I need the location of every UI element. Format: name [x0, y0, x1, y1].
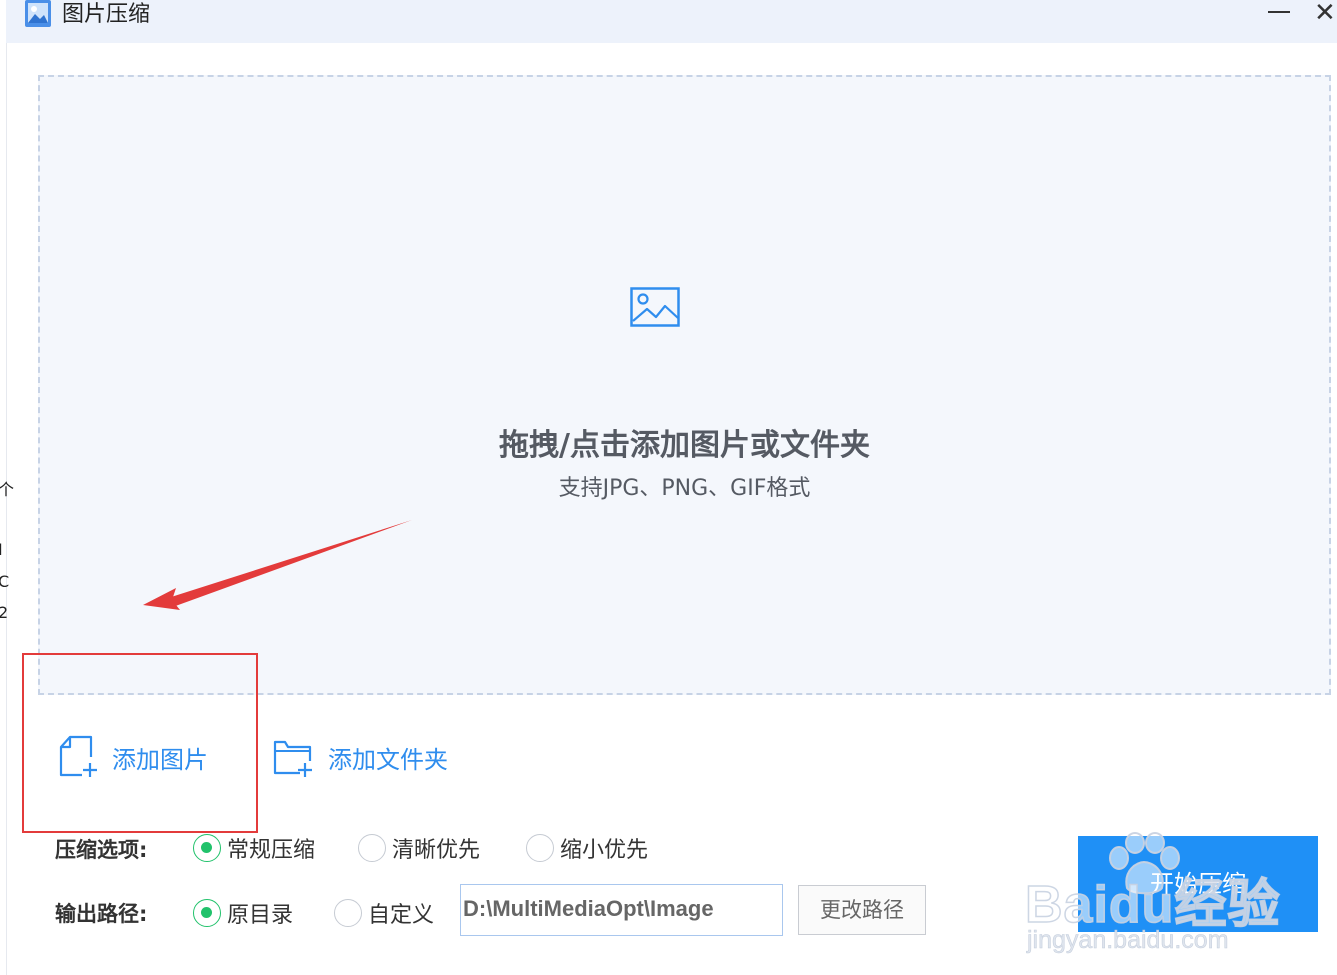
radio-size-first[interactable]: 缩小优先: [526, 832, 648, 864]
radio-clarity-first[interactable]: 清晰优先: [358, 832, 480, 864]
start-compress-button[interactable]: 开始压缩: [1078, 836, 1318, 932]
radio-label: 原目录: [227, 903, 294, 928]
add-folder-icon: [273, 740, 312, 777]
add-folder-label: 添加文件夹: [328, 745, 448, 774]
compress-options-label: 压缩选项:: [55, 838, 148, 862]
annotation-highlight-box: [22, 653, 258, 833]
output-path-label: 输出路径:: [55, 902, 148, 926]
radio-circle: [358, 834, 386, 862]
drop-zone[interactable]: 拖拽/点击添加图片或文件夹 支持JPG、PNG、GIF格式: [38, 75, 1331, 695]
image-icon: [630, 287, 680, 327]
radio-label: 自定义: [368, 903, 435, 928]
radio-original-directory[interactable]: 原目录: [193, 897, 293, 929]
radio-circle: [193, 899, 221, 927]
close-icon[interactable]: ✕: [1314, 0, 1337, 28]
title-bar: 图片压缩 ✕: [6, 0, 1337, 43]
radio-circle: [193, 834, 221, 862]
drop-zone-title: 拖拽/点击添加图片或文件夹: [499, 428, 870, 463]
background-text-fragment: 个: [0, 480, 15, 499]
radio-label: 清晰优先: [392, 838, 481, 863]
minimize-icon[interactable]: [1262, 0, 1296, 28]
window-title: 图片压缩: [62, 2, 151, 27]
background-text-fragment: C: [0, 572, 10, 591]
add-folder-button[interactable]: 添加文件夹: [272, 735, 448, 779]
radio-normal-compress[interactable]: 常规压缩: [193, 832, 315, 864]
image-app-icon: [25, 0, 51, 27]
background-text-fragment: 2: [0, 603, 9, 622]
radio-label: 缩小优先: [560, 838, 649, 863]
radio-label: 常规压缩: [227, 838, 316, 863]
background-window-strip: 个 I C 2: [0, 0, 14, 975]
drop-zone-subtitle: 支持JPG、PNG、GIF格式: [558, 476, 811, 501]
change-path-button[interactable]: 更改路径: [798, 885, 926, 935]
output-path-field[interactable]: D:\MultiMediaOpt\Image: [460, 884, 783, 936]
background-text-fragment: I: [0, 540, 3, 559]
radio-circle: [526, 834, 554, 862]
radio-custom-path[interactable]: 自定义: [334, 897, 434, 929]
radio-circle: [334, 899, 362, 927]
